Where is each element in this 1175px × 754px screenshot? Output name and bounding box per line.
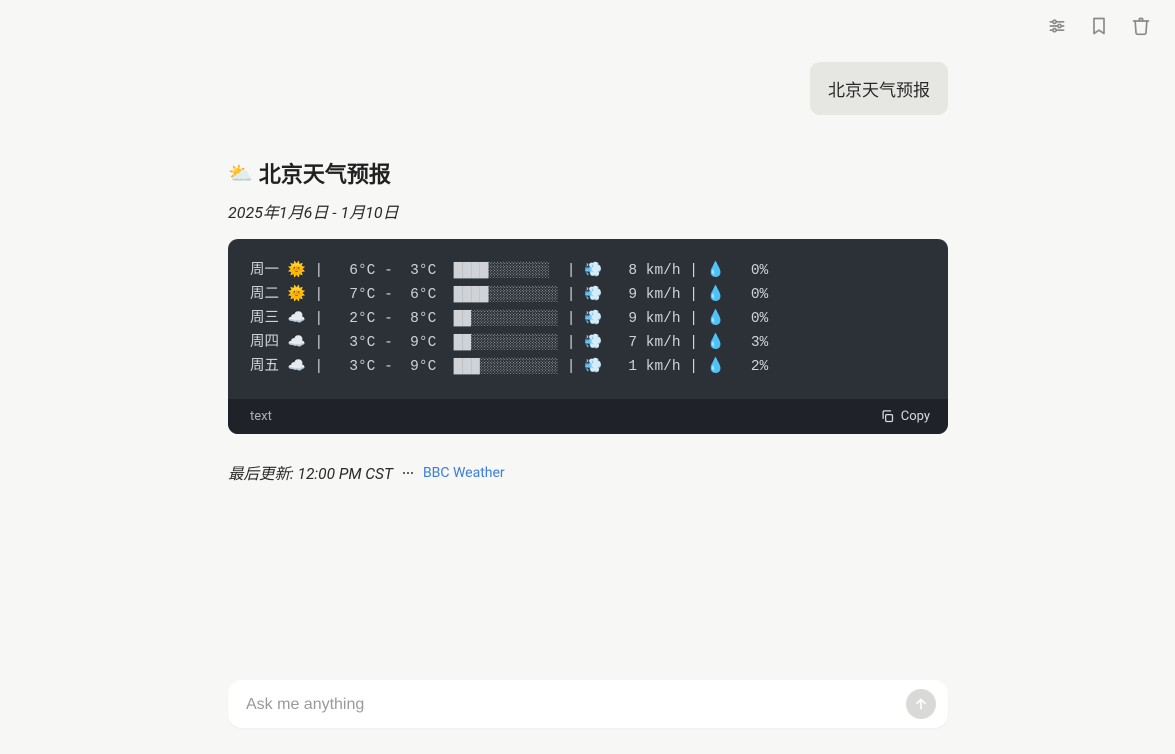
weather-icon: ⛅ xyxy=(228,161,253,185)
code-block: 周一 🌞 | 6°C - 3°C ████░░░░░░░ | 💨 8 km/h … xyxy=(228,239,948,434)
date-range: 2025年1月6日 - 1月10日 xyxy=(228,199,948,223)
last-update-text: 最后更新: 12:00 PM CST xyxy=(228,462,393,484)
response-heading: ⛅ 北京天气预报 xyxy=(228,157,948,189)
toolbar xyxy=(1045,14,1153,38)
code-footer: text Copy xyxy=(228,399,948,434)
send-button[interactable] xyxy=(906,689,936,719)
source-link[interactable]: BBC Weather xyxy=(423,465,505,481)
user-message: 北京天气预报 xyxy=(228,62,948,115)
trash-icon[interactable] xyxy=(1129,14,1153,38)
arrow-up-icon xyxy=(913,696,929,712)
last-update: 最后更新: 12:00 PM CST BBC Weather xyxy=(228,462,948,484)
user-bubble: 北京天气预报 xyxy=(810,62,948,115)
code-body: 周一 🌞 | 6°C - 3°C ████░░░░░░░ | 💨 8 km/h … xyxy=(228,239,948,399)
source-favicon xyxy=(401,467,415,479)
copy-label: Copy xyxy=(901,409,930,424)
copy-button[interactable]: Copy xyxy=(880,409,930,424)
code-lang-label: text xyxy=(250,409,272,424)
settings-icon[interactable] xyxy=(1045,14,1069,38)
composer xyxy=(228,680,948,728)
copy-icon xyxy=(880,409,895,424)
bookmark-icon[interactable] xyxy=(1087,14,1111,38)
chat-area: 北京天气预报 ⛅ 北京天气预报 2025年1月6日 - 1月10日 周一 🌞 |… xyxy=(228,62,948,484)
composer-input[interactable] xyxy=(246,696,894,714)
assistant-message: ⛅ 北京天气预报 2025年1月6日 - 1月10日 周一 🌞 | 6°C - … xyxy=(228,157,948,484)
heading-text: 北京天气预报 xyxy=(259,157,391,189)
